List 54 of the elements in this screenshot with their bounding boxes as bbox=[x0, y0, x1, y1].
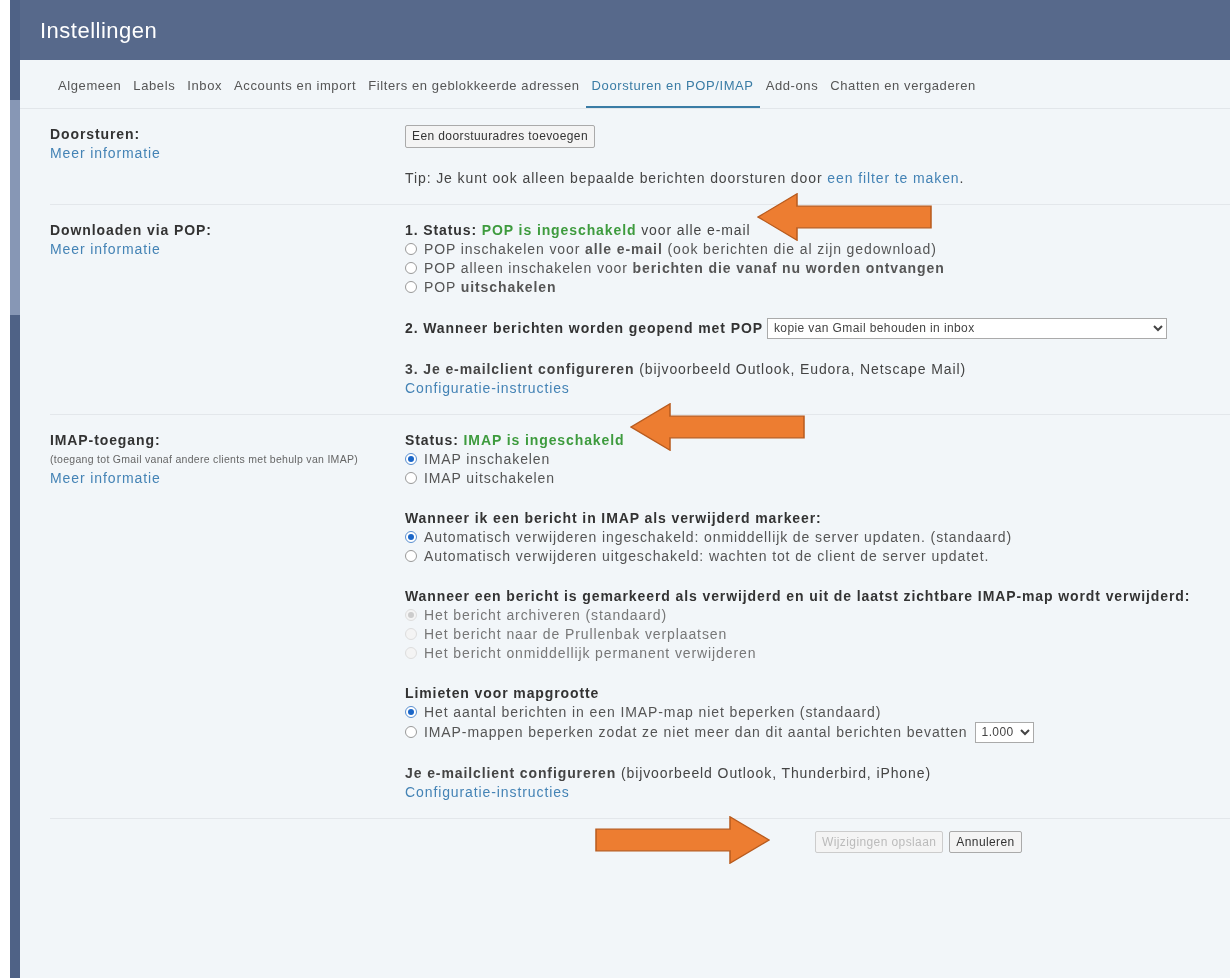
option-label: POP inschakelen voor alle e-mail (ook berichten die al zijn gedownload) bbox=[424, 239, 937, 259]
section-label: IMAP-toegang: bbox=[50, 430, 162, 450]
tab[interactable]: Doorsturen en POP/IMAP bbox=[585, 60, 760, 108]
tab[interactable]: Chatten en vergaderen bbox=[824, 60, 982, 108]
radio-button[interactable] bbox=[405, 706, 417, 718]
tab[interactable]: Algemeen bbox=[52, 60, 128, 108]
radio-button[interactable] bbox=[405, 472, 417, 484]
instructions-link[interactable]: Configuratie-instructies bbox=[405, 378, 570, 398]
option-label: Automatisch verwijderen ingeschakeld: onmiddellijk de server updaten. (standaard) bbox=[424, 527, 1013, 547]
setting-text: Je e-mailclient configureren (bijvoorbeeld Outlook, Thunderbird, iPhone) bbox=[405, 763, 931, 783]
option-label: POP uitschakelen bbox=[424, 277, 557, 297]
status-text: 1. Status: POP is ingeschakeld voor alle e-mail bbox=[405, 220, 751, 240]
add-forwarding-button[interactable]: Een doorstuuradres toevoegen bbox=[405, 124, 595, 148]
action-dropdown[interactable]: kopie van Gmail behouden in inbox bbox=[766, 317, 1167, 339]
tab[interactable]: Inbox bbox=[181, 60, 229, 108]
section-label: Downloaden via POP: bbox=[50, 220, 213, 240]
tab[interactable]: Filters en geblokkeerde adressen bbox=[362, 60, 586, 108]
radio-button[interactable] bbox=[405, 281, 417, 293]
instructions-link[interactable]: Configuratie-instructies bbox=[405, 782, 570, 802]
tip-text: Tip: Je kunt ook alleen bepaalde berichten doorsturen door een filter te maken. bbox=[405, 168, 965, 188]
tab[interactable]: Add-ons bbox=[759, 60, 825, 108]
radio-button[interactable] bbox=[405, 262, 417, 274]
tab[interactable]: Accounts en import bbox=[228, 60, 363, 108]
scrollbar[interactable] bbox=[10, 0, 20, 978]
option-heading: Limieten voor mapgrootte bbox=[405, 683, 600, 703]
cancel-button[interactable]: Annuleren bbox=[949, 830, 1022, 853]
info-link[interactable]: Meer informatie bbox=[50, 240, 161, 257]
option-label: Het bericht naar de Prullenbak verplaatsen bbox=[424, 624, 728, 644]
option-label: Het aantal berichten in een IMAP-map niet beperken (standaard) bbox=[424, 702, 882, 722]
window-title: Instellingen bbox=[40, 16, 158, 45]
option-heading: Wanneer ik een bericht in IMAP als verwijderd markeer: bbox=[405, 508, 822, 528]
section-description: (toegang tot Gmail vanaf andere clients met behulp van IMAP) bbox=[50, 451, 360, 467]
option-label: IMAP-mappen beperken zodat ze niet meer dan dit aantal berichten bevatten bbox=[424, 722, 968, 742]
radio-button[interactable] bbox=[405, 243, 417, 255]
info-link[interactable]: Meer informatie bbox=[50, 469, 161, 486]
setting-label: 2. Wanneer berichten worden geopend met POP bbox=[405, 318, 763, 338]
radio-button[interactable] bbox=[405, 453, 417, 465]
option-label: IMAP uitschakelen bbox=[424, 468, 555, 488]
tab[interactable]: Labels bbox=[127, 60, 182, 108]
option-label: Automatisch verwijderen uitgeschakeld: wachten tot de client de server updatet. bbox=[424, 546, 990, 566]
option-label: POP alleen inschakelen voor berichten die vanaf nu worden ontvangen bbox=[424, 258, 945, 278]
setting-text: 3. Je e-mailclient configureren (bijvoorbeeld Outlook, Eudora, Netscape Mail) bbox=[405, 359, 967, 379]
radio-button[interactable] bbox=[405, 726, 417, 738]
filter-link[interactable]: een filter te maken bbox=[827, 169, 960, 186]
option-label: Het bericht archiveren (standaard) bbox=[424, 605, 668, 625]
option-label: Het bericht onmiddellijk permanent verwijderen bbox=[424, 643, 757, 663]
radio-button[interactable] bbox=[405, 531, 417, 543]
section-label: Doorsturen: bbox=[50, 124, 141, 144]
count-dropdown[interactable]: 1.000 bbox=[974, 721, 1034, 743]
radio-button[interactable] bbox=[405, 550, 417, 562]
info-link[interactable]: Meer informatie bbox=[50, 144, 161, 161]
option-label: IMAP inschakelen bbox=[424, 449, 551, 469]
status-text: Status: IMAP is ingeschakeld bbox=[405, 430, 625, 450]
option-heading: Wanneer een bericht is gemarkeerd als verwijderd en uit de laatst zichtbare IMAP-map wordt verwijderd: bbox=[405, 586, 1191, 606]
